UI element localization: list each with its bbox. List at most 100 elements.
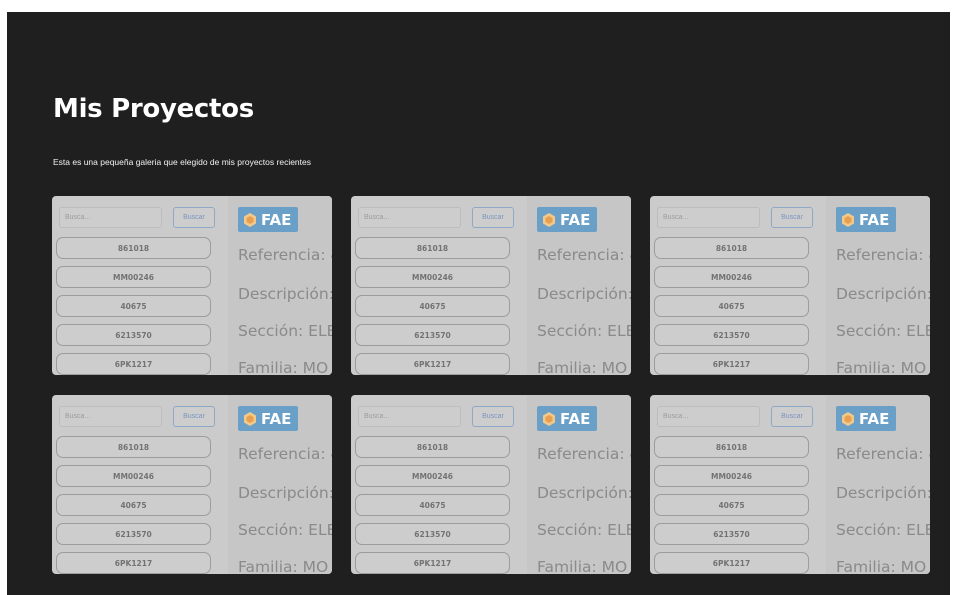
info-descripcion: Descripción: [238, 484, 332, 502]
project-card[interactable]: Buscar 861018 MM00246 40675 6213570 6PK1… [650, 196, 930, 375]
search-input[interactable] [358, 207, 461, 228]
list-item[interactable]: MM00246 [56, 266, 211, 288]
page-subtitle: Esta es una pequeña galeria que elegido … [53, 157, 312, 167]
search-button[interactable]: Buscar [173, 406, 215, 427]
card-detail-panel: FAE Referencia: 4 Descripción: Sección: … [527, 395, 631, 574]
list-item[interactable]: 6PK1217 [654, 552, 809, 574]
project-card[interactable]: Buscar 861018 MM00246 40675 6213570 6PK1… [52, 395, 332, 574]
list-item[interactable]: 6213570 [654, 324, 809, 346]
search-input[interactable] [59, 207, 162, 228]
search-bar: Buscar [358, 406, 514, 429]
card-search-panel: Buscar 861018 MM00246 40675 6213570 6PK1… [351, 196, 521, 375]
list-item[interactable]: MM00246 [654, 465, 809, 487]
list-item[interactable]: 861018 [355, 436, 510, 458]
list-item[interactable]: 40675 [56, 494, 211, 516]
logo-text: FAE [261, 409, 292, 428]
list-item[interactable]: 861018 [654, 436, 809, 458]
fae-logo-icon [543, 212, 555, 227]
list-item[interactable]: 6PK1217 [56, 353, 211, 375]
info-seccion: Sección: ELE [537, 322, 631, 340]
card-search-panel: Buscar 861018 MM00246 40675 6213570 6PK1… [52, 395, 222, 574]
search-input[interactable] [358, 406, 461, 427]
page-title: Mis Proyectos [53, 94, 254, 124]
portfolio-page: Mis Proyectos Esta es una pequeña galeri… [7, 12, 950, 595]
list-item[interactable]: 40675 [355, 494, 510, 516]
list-item[interactable]: 6PK1217 [355, 353, 510, 375]
card-detail-panel: FAE Referencia: 4 Descripción: Sección: … [826, 395, 930, 574]
logo-text: FAE [560, 210, 591, 229]
fae-logo: FAE [238, 406, 298, 431]
fae-logo: FAE [537, 406, 597, 431]
info-descripcion: Descripción: [537, 285, 631, 303]
project-card[interactable]: Buscar 861018 MM00246 40675 6213570 6PK1… [52, 196, 332, 375]
list-item[interactable]: 861018 [654, 237, 809, 259]
info-descripcion: Descripción: [238, 285, 332, 303]
search-button[interactable]: Buscar [472, 207, 514, 228]
list-item[interactable]: 6213570 [355, 324, 510, 346]
info-descripcion: Descripción: [836, 484, 930, 502]
info-familia: Familia: MO [836, 558, 927, 574]
fae-logo: FAE [238, 207, 298, 232]
fae-logo-icon [842, 212, 854, 227]
fae-logo-icon [543, 411, 555, 426]
search-bar: Buscar [59, 207, 215, 230]
card-search-panel: Buscar 861018 MM00246 40675 6213570 6PK1… [650, 395, 820, 574]
search-bar: Buscar [657, 207, 813, 230]
list-item[interactable]: 6PK1217 [355, 552, 510, 574]
info-referencia: Referencia: 4 [836, 445, 930, 463]
list-item[interactable]: 861018 [56, 436, 211, 458]
info-familia: Familia: MO [238, 359, 329, 375]
project-card[interactable]: Buscar 861018 MM00246 40675 6213570 6PK1… [351, 395, 631, 574]
info-seccion: Sección: ELE [836, 521, 930, 539]
info-descripcion: Descripción: [537, 484, 631, 502]
search-input[interactable] [657, 207, 760, 228]
info-seccion: Sección: ELE [836, 322, 930, 340]
card-search-panel: Buscar 861018 MM00246 40675 6213570 6PK1… [650, 196, 820, 375]
list-item[interactable]: 40675 [355, 295, 510, 317]
list-item[interactable]: MM00246 [654, 266, 809, 288]
list-item[interactable]: MM00246 [355, 465, 510, 487]
logo-text: FAE [560, 409, 591, 428]
info-familia: Familia: MO [238, 558, 329, 574]
list-item[interactable]: 861018 [56, 237, 211, 259]
search-button[interactable]: Buscar [771, 207, 813, 228]
search-button[interactable]: Buscar [173, 207, 215, 228]
logo-text: FAE [859, 210, 890, 229]
info-descripcion: Descripción: [836, 285, 930, 303]
list-item[interactable]: 40675 [654, 494, 809, 516]
list-item[interactable]: 6213570 [355, 523, 510, 545]
logo-text: FAE [859, 409, 890, 428]
list-item[interactable]: 6213570 [56, 324, 211, 346]
card-search-panel: Buscar 861018 MM00246 40675 6213570 6PK1… [351, 395, 521, 574]
card-detail-panel: FAE Referencia: 4 Descripción: Sección: … [527, 196, 631, 375]
fae-logo-icon [842, 411, 854, 426]
info-seccion: Sección: ELE [238, 521, 332, 539]
list-item[interactable]: 40675 [56, 295, 211, 317]
fae-logo: FAE [537, 207, 597, 232]
list-item[interactable]: 6PK1217 [654, 353, 809, 375]
search-bar: Buscar [358, 207, 514, 230]
search-button[interactable]: Buscar [472, 406, 514, 427]
info-familia: Familia: MO [537, 558, 628, 574]
project-card[interactable]: Buscar 861018 MM00246 40675 6213570 6PK1… [650, 395, 930, 574]
card-detail-panel: FAE Referencia: 4 Descripción: Sección: … [826, 196, 930, 375]
info-referencia: Referencia: 4 [537, 445, 631, 463]
search-bar: Buscar [657, 406, 813, 429]
list-item[interactable]: 6PK1217 [56, 552, 211, 574]
fae-logo: FAE [836, 207, 896, 232]
fae-logo: FAE [836, 406, 896, 431]
project-card[interactable]: Buscar 861018 MM00246 40675 6213570 6PK1… [351, 196, 631, 375]
list-item[interactable]: 40675 [654, 295, 809, 317]
info-referencia: Referencia: 4 [238, 445, 332, 463]
fae-logo-icon [244, 411, 256, 426]
list-item[interactable]: MM00246 [56, 465, 211, 487]
info-seccion: Sección: ELE [537, 521, 631, 539]
fae-logo-icon [244, 212, 256, 227]
list-item[interactable]: MM00246 [355, 266, 510, 288]
search-input[interactable] [59, 406, 162, 427]
list-item[interactable]: 6213570 [56, 523, 211, 545]
list-item[interactable]: 861018 [355, 237, 510, 259]
search-button[interactable]: Buscar [771, 406, 813, 427]
list-item[interactable]: 6213570 [654, 523, 809, 545]
search-input[interactable] [657, 406, 760, 427]
